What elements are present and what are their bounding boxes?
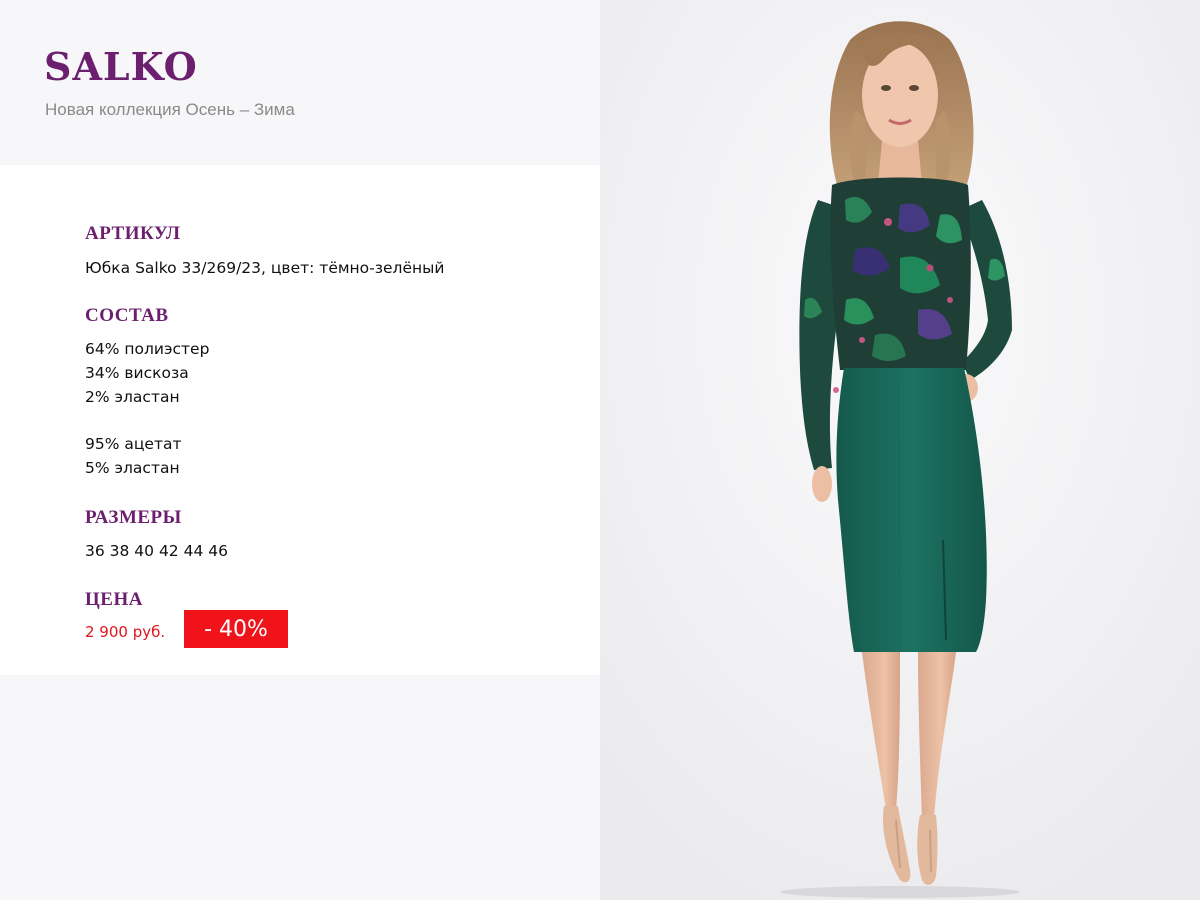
article-value: Юбка Salko 33/269/23, цвет: тёмно-зелёны…: [85, 256, 444, 280]
sizes-text: 36 38 40 42 44 46: [85, 542, 228, 560]
model-photo-icon: [600, 0, 1200, 900]
composition-item: 64% полиэстер: [85, 340, 210, 358]
composition-item: 5% эластан: [85, 459, 180, 477]
brand-logo: SALKO: [44, 44, 198, 89]
model-photo: [600, 0, 1200, 900]
composition-item: 95% ацетат: [85, 435, 182, 453]
composition-item: 2% эластан: [85, 388, 180, 406]
composition-list-2: 95% ацетат 5% эластан: [85, 432, 182, 480]
composition-item: 34% вискоза: [85, 364, 189, 382]
sizes-heading: РАЗМЕРЫ: [85, 507, 182, 528]
collection-subtitle: Новая коллекция Осень – Зима: [45, 100, 295, 119]
composition-heading: СОСТАВ: [85, 305, 169, 326]
article-text: Юбка Salko 33/269/23, цвет: тёмно-зелёны…: [85, 259, 445, 277]
price-value: 2 900 руб.: [85, 623, 166, 641]
article-heading: АРТИКУЛ: [85, 223, 181, 244]
discount-badge: - 40%: [184, 610, 288, 648]
price-heading: ЦЕНА: [85, 589, 143, 610]
sizes-value: 36 38 40 42 44 46: [85, 539, 228, 563]
composition-list-1: 64% полиэстер 34% вискоза 2% эластан: [85, 337, 209, 409]
